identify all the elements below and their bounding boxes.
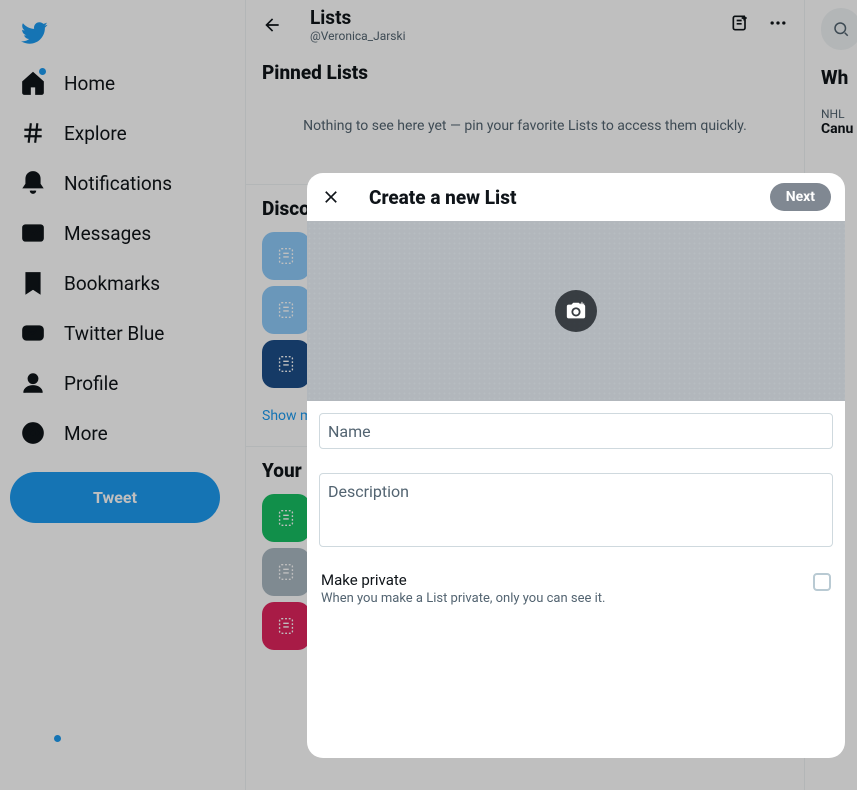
make-private-help: When you make a List private, only you c… (321, 591, 605, 606)
description-field[interactable]: Description (319, 473, 833, 547)
description-label: Description (328, 482, 824, 501)
close-button[interactable] (321, 187, 341, 207)
make-private-label: Make private (321, 571, 605, 589)
create-list-modal: Create a new List Next Name Description … (307, 173, 845, 758)
modal-overlay[interactable]: Create a new List Next Name Description … (0, 0, 857, 790)
modal-header: Create a new List Next (307, 173, 845, 221)
banner-image-area (307, 221, 845, 401)
make-private-row: Make private When you make a List privat… (319, 571, 833, 606)
add-banner-photo-button[interactable] (555, 290, 597, 332)
modal-form: Name Description Make private When you m… (307, 401, 845, 618)
name-label: Name (328, 422, 371, 441)
name-field[interactable]: Name (319, 413, 833, 449)
modal-title: Create a new List (369, 186, 770, 209)
next-button[interactable]: Next (770, 183, 831, 211)
make-private-checkbox[interactable] (813, 573, 831, 591)
